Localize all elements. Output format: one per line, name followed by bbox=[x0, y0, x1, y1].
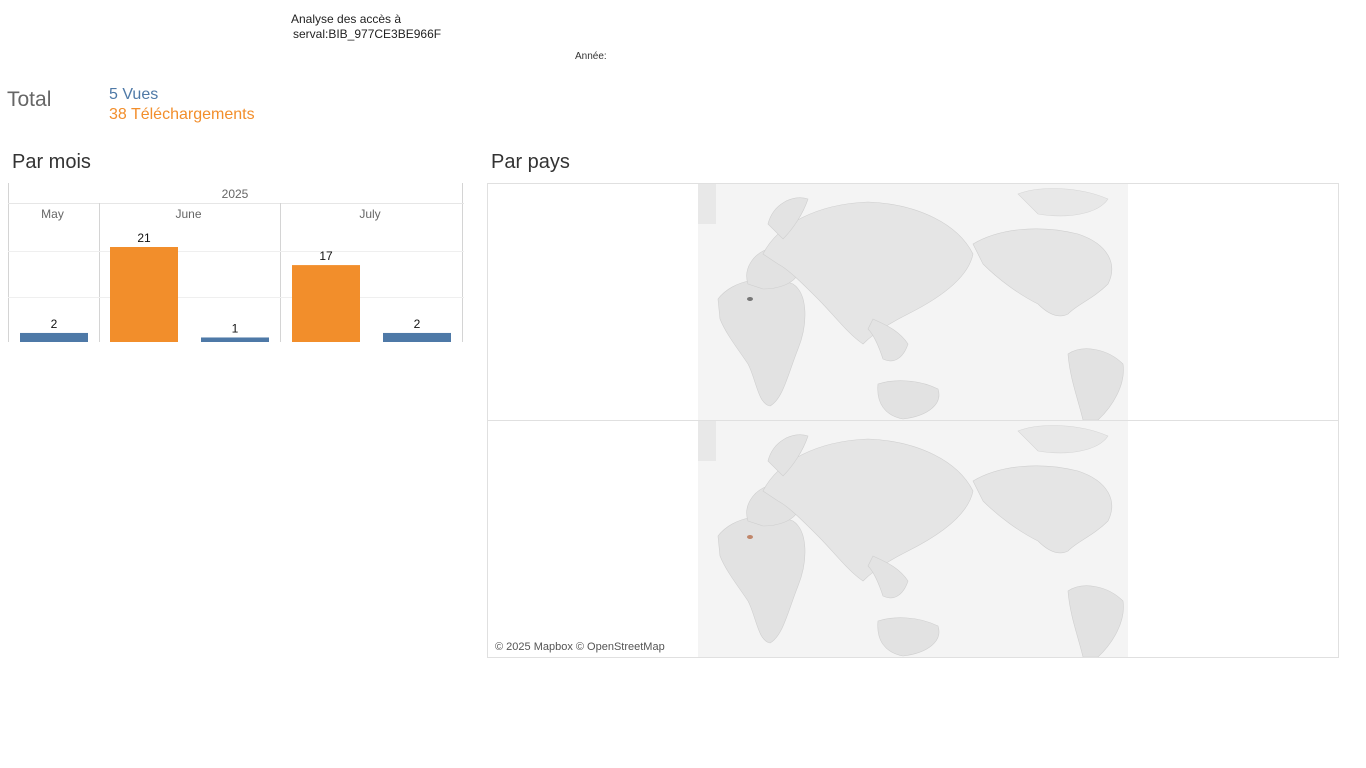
month-label: June bbox=[175, 207, 201, 221]
total-downloads: 38 Téléchargements bbox=[109, 106, 255, 123]
month-label: July bbox=[359, 207, 380, 221]
map-panel-downloads[interactable] bbox=[487, 420, 1339, 658]
map-attribution[interactable]: © 2025 Mapbox © OpenStreetMap bbox=[495, 641, 665, 653]
total-label: Total bbox=[7, 88, 52, 111]
bar-value-label: 21 bbox=[137, 231, 151, 245]
bar-views bbox=[20, 332, 88, 342]
year-filter-label[interactable]: Année: bbox=[575, 51, 607, 62]
bar-downloads bbox=[110, 247, 178, 342]
bar-downloads bbox=[292, 265, 360, 342]
country-highlight[interactable] bbox=[747, 535, 753, 539]
bar-value-label: 17 bbox=[319, 249, 333, 263]
year-label: 2025 bbox=[222, 187, 249, 201]
bar-value-label: 2 bbox=[51, 317, 58, 331]
month-label: May bbox=[41, 207, 64, 221]
monthly-bar-chart: 2025 May June July 2 21 1 17 2 bbox=[8, 183, 464, 342]
section-title-monthly: Par mois bbox=[12, 151, 91, 173]
bar-value-label: 1 bbox=[232, 321, 239, 335]
title-line-2: serval:BIB_977CE3BE966F bbox=[293, 27, 442, 41]
section-title-countries: Par pays bbox=[491, 151, 570, 173]
bar-value-label: 2 bbox=[414, 317, 421, 331]
country-highlight[interactable] bbox=[747, 297, 753, 301]
world-map bbox=[698, 184, 1128, 420]
total-views: 5 Vues bbox=[109, 86, 159, 103]
map-panel-views[interactable] bbox=[487, 183, 1339, 421]
bar-views bbox=[201, 337, 269, 342]
world-map bbox=[698, 421, 1128, 657]
page-title: Analyse des accès à serval:BIB_977CE3BE9… bbox=[291, 12, 441, 42]
title-line-1: Analyse des accès à bbox=[291, 12, 402, 26]
bar-views bbox=[383, 332, 451, 342]
